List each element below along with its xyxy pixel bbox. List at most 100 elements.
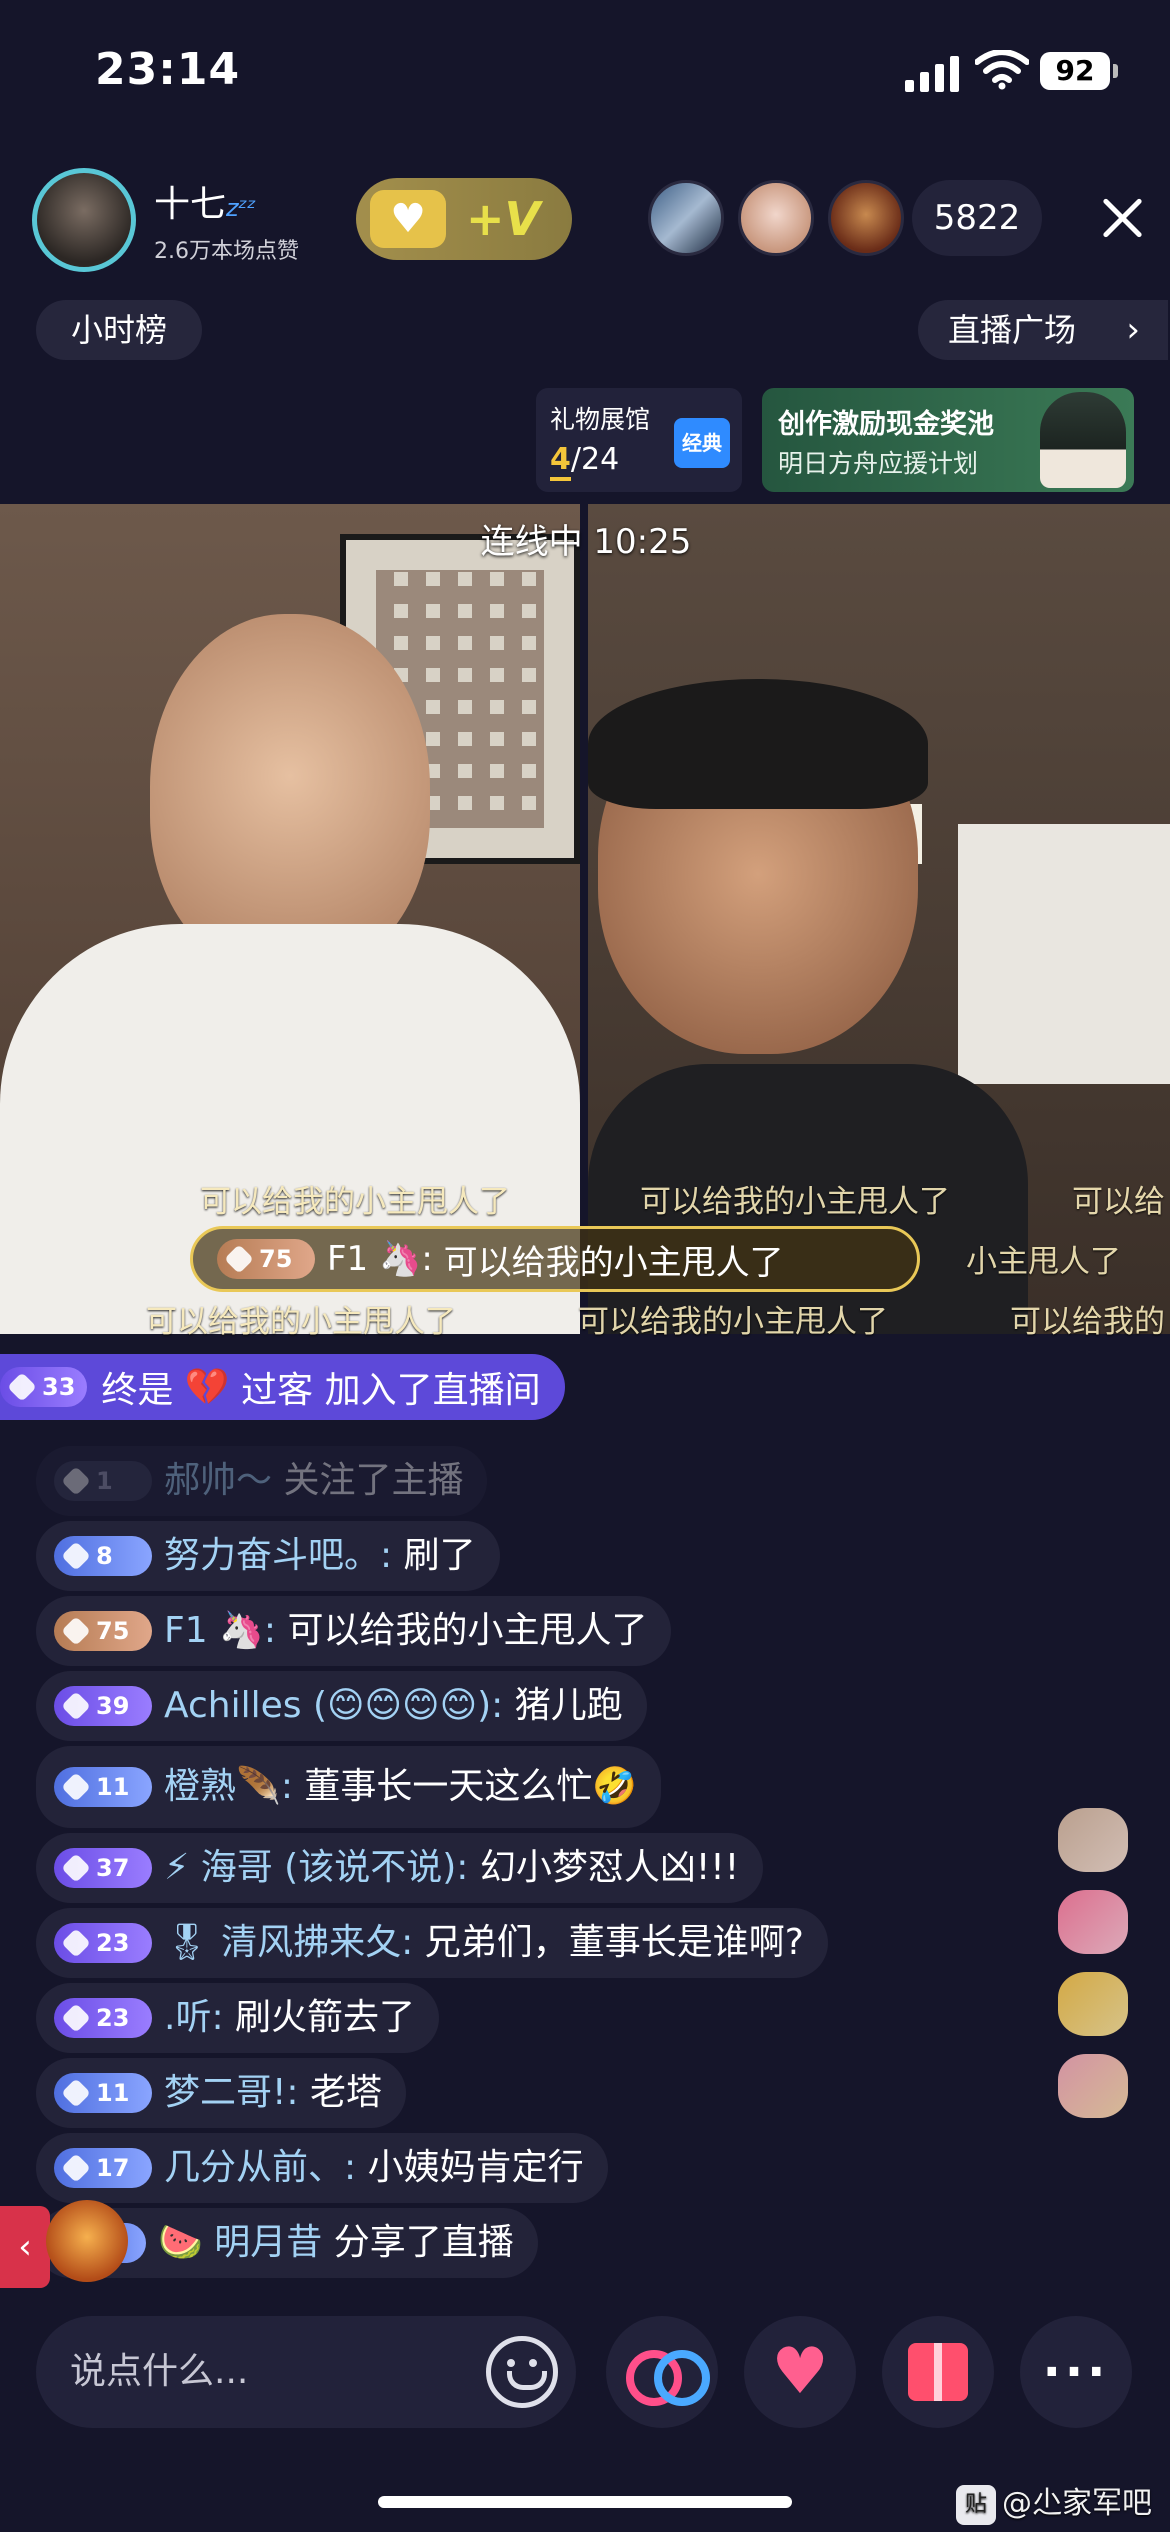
chat-user[interactable]: 努力奋斗吧。: [164,1521,392,1591]
chat-user[interactable]: F1 🦄: [164,1596,276,1666]
scrolling-comment: 可以给我的小主甩人了 [200,1184,510,1220]
level-badge: 75 [54,1611,152,1651]
link-mic-button[interactable] [606,2316,718,2428]
status-bar: 23:14 92 [0,0,1170,150]
chat-message[interactable]: 23 🎖 清风拂来夂: 兄弟们，董事长是谁啊? [36,1908,828,1978]
gift-hall-title: 礼物展馆 [550,405,651,434]
chat-message[interactable]: 37 ⚡ 海哥 (该说不说): 幻小梦怼人凶!!! [36,1833,764,1903]
join-text: 加入了直播间 [324,1370,541,1411]
chat-user[interactable]: 🎖 清风拂来夂: [164,1908,413,1978]
event-banner-subtitle: 明日方舟应援计划 [778,449,979,478]
scrolling-comment: 可以给我的小主甩人了 [146,1304,456,1340]
chat-message[interactable]: 17 几分从前、: 小姨妈肯定行 [36,2133,608,2203]
fan-club-heart-icon: ♥ [370,190,446,248]
chat-message[interactable]: 39 Achilles (😊😊😊😊): 猪儿跑 [36,1671,647,1741]
chat-user[interactable]: 🍉 明月昔 [158,2208,322,2278]
heart-icon: ♥ [771,2335,829,2409]
battery-indicator: 92 [1040,52,1118,90]
comment-user: F1 🦄 [327,1239,422,1279]
chat-text: 猪儿跑 [514,1685,623,1726]
like-button[interactable]: ♥ [744,2316,856,2428]
level-badge: 33 [0,1367,88,1407]
live-plaza-button[interactable]: 直播广场 › [918,300,1168,360]
level-badge: 11 [54,2073,152,2113]
level-badge: 23 [54,1998,152,2038]
event-banner-title: 创作激励现金奖池 [778,409,994,440]
scrolling-comment: 可以给 [1072,1184,1165,1220]
host-info[interactable]: 十七zᶻᶻ 2.6万本场点赞 [32,168,299,272]
chat-text: 董事长一天这么忙🤣 [304,1766,638,1807]
status-time: 23:14 [95,44,241,95]
level-badge: 11 [54,1767,152,1807]
follow-button[interactable]: ♥ +V [356,178,572,260]
sleep-icon: zᶻᶻ [226,194,257,222]
chat-message[interactable]: 1 郝帅～ 关注了主播 [36,1446,488,1516]
gift-button[interactable] [882,2316,994,2428]
chevron-right-icon: › [1126,310,1140,350]
emoji-icon[interactable] [486,2336,558,2408]
chat-text: 老塔 [310,2072,383,2113]
chat-message[interactable]: 8 努力奋斗吧。: 刷了 [36,1521,500,1591]
chat-list[interactable]: 1 郝帅～ 关注了主播 8 努力奋斗吧。: 刷了 75 F1 🦄: 可以给我的小… [36,1446,1056,2283]
tieba-logo: 贴 [956,2484,996,2525]
anime-character-image [1040,392,1126,488]
link-icon [626,2350,710,2406]
floating-reactions [1058,1808,1158,2136]
join-user-suffix: 过客 [241,1370,314,1411]
more-button[interactable]: ··· [1020,2316,1132,2428]
chat-message[interactable]: 23 .听: 刷火箭去了 [36,1983,440,2053]
chat-text: 关注了主播 [283,1460,464,1501]
live-video[interactable]: 连线中 10:25 可以给我的小主甩人了 可以给我的小主甩人了 可以给 小主甩人… [0,504,1170,1340]
broken-heart-icon: 💔 [173,1367,242,1408]
event-banner[interactable]: 创作激励现金奖池 明日方舟应援计划 [762,388,1134,492]
chat-user[interactable]: 郝帅～ [164,1446,272,1516]
chat-user[interactable]: 几分从前、: [164,2133,356,2203]
heart-sticker [1058,2054,1128,2118]
chat-user[interactable]: Achilles (😊😊😊😊): [164,1671,503,1741]
comment-text: 可以给我的小主甩人了 [443,1242,784,1283]
join-user: 终是 [101,1370,174,1411]
plus-v-icon: +V [466,192,541,246]
more-icon: ··· [1042,2344,1110,2400]
thumbs-up-sticker [1058,1972,1128,2036]
viewer-avatar[interactable] [738,180,814,256]
chat-text: 幻小梦怼人凶!!! [479,1847,740,1888]
chat-message[interactable]: 11 梦二哥!: 老塔 [36,2058,407,2128]
level-badge: 75 [217,1239,315,1279]
link-timer: 连线中 10:25 [480,522,692,562]
scrolling-comment: 可以给我的 [1010,1304,1165,1340]
guest-hair [588,679,928,809]
host-name: 十七zᶻᶻ [154,184,257,225]
chat-text: 小姨妈肯定行 [367,2147,584,2188]
gift-icon [908,2343,968,2401]
chat-user[interactable]: .听: [164,1983,224,2053]
cellular-signal-icon [905,56,959,92]
sharer-avatar[interactable] [46,2200,128,2282]
level-badge: 1 [54,1461,152,1501]
host-avatar[interactable] [32,168,136,272]
close-icon[interactable] [1100,196,1144,240]
scrolling-comment: 可以给我的小主甩人了 [578,1304,888,1340]
chat-user[interactable]: 橙熟🪶: [164,1752,293,1822]
gift-hall-progress: 4/24 [550,442,619,481]
wifi-icon [975,50,1029,90]
chat-message[interactable]: 11 橙熟🪶: 董事长一天这么忙🤣 [36,1746,662,1828]
live-plaza-label: 直播广场 [948,311,1077,349]
chevron-left-icon[interactable]: ‹ [0,2206,50,2288]
level-badge: 37 [54,1848,152,1888]
chat-text: 兄弟们，董事长是谁啊? [424,1922,804,1963]
chat-user[interactable]: ⚡ 海哥 (该说不说): [164,1833,468,1903]
highlighted-comment: 75 F1 🦄: 可以给我的小主甩人了 [190,1226,920,1292]
thumbs-up-sticker [1058,1808,1128,1872]
gift-hall-widget[interactable]: 礼物展馆 4/24 经典 [536,388,742,492]
hourly-rank-button[interactable]: 小时榜 [36,300,202,360]
join-notice: 33 终是 💔 过客 加入了直播间 [0,1354,565,1420]
chat-user[interactable]: 梦二哥!: [164,2058,299,2128]
viewer-count[interactable]: 5822 [912,180,1042,256]
home-indicator[interactable] [378,2496,792,2508]
viewer-avatar[interactable] [648,180,724,256]
viewer-avatar[interactable] [828,180,904,256]
heart-sticker [1058,1890,1128,1954]
chat-message[interactable]: 75 F1 🦄: 可以给我的小主甩人了 [36,1596,672,1666]
chat-text: 可以给我的小主甩人了 [287,1610,648,1651]
